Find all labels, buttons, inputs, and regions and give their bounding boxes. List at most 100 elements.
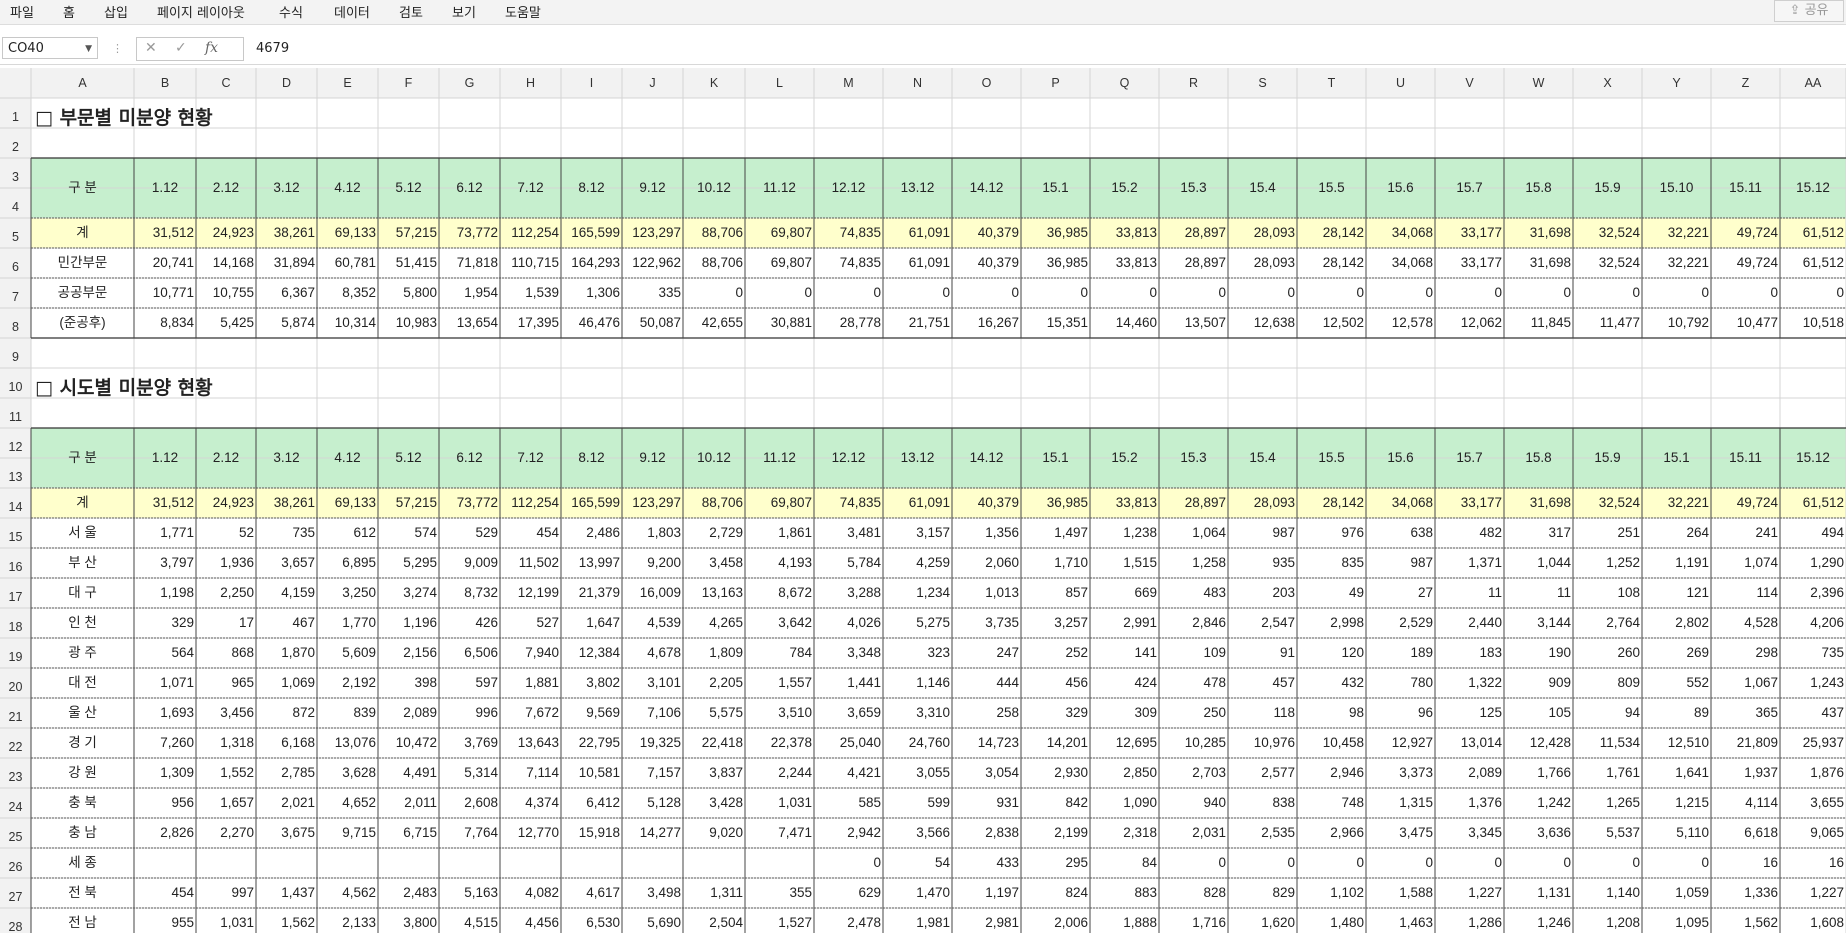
section2-value-cell[interactable]: 34,068 xyxy=(1366,496,1435,510)
section2-row-label[interactable]: 대 전 xyxy=(31,676,134,690)
row-header-14[interactable]: 14 xyxy=(0,500,31,514)
section2-value-cell[interactable]: 54 xyxy=(883,856,952,870)
section1-value-cell[interactable]: 46,476 xyxy=(561,316,622,330)
section2-row-label[interactable]: 서 울 xyxy=(31,526,134,540)
section2-value-cell[interactable]: 456 xyxy=(1021,676,1090,690)
section2-value-cell[interactable]: 1,227 xyxy=(1780,886,1846,900)
section2-value-cell[interactable]: 4,652 xyxy=(317,796,378,810)
section2-value-cell[interactable]: 527 xyxy=(500,616,561,630)
cancel-icon[interactable]: ✕ xyxy=(145,40,157,56)
section1-period-header[interactable]: 15.10 xyxy=(1642,181,1711,195)
section2-value-cell[interactable]: 1,208 xyxy=(1573,916,1642,930)
section2-value-cell[interactable]: 0 xyxy=(1573,856,1642,870)
row-header-21[interactable]: 21 xyxy=(0,710,31,724)
section2-value-cell[interactable]: 2,838 xyxy=(952,826,1021,840)
section2-value-cell[interactable]: 3,055 xyxy=(883,766,952,780)
section2-value-cell[interactable]: 22,378 xyxy=(745,736,814,750)
section2-value-cell[interactable]: 1,095 xyxy=(1642,916,1711,930)
section2-value-cell[interactable]: 467 xyxy=(256,616,317,630)
section2-value-cell[interactable]: 5,784 xyxy=(814,556,883,570)
section2-value-cell[interactable]: 1,647 xyxy=(561,616,622,630)
section2-value-cell[interactable]: 4,678 xyxy=(622,646,683,660)
section1-value-cell[interactable]: 28,142 xyxy=(1297,226,1366,240)
section2-value-cell[interactable]: 9,020 xyxy=(683,826,745,840)
section2-value-cell[interactable]: 22,795 xyxy=(561,736,622,750)
section2-value-cell[interactable]: 1,620 xyxy=(1228,916,1297,930)
section2-value-cell[interactable]: 1,437 xyxy=(256,886,317,900)
section2-value-cell[interactable]: 112,254 xyxy=(500,496,561,510)
section2-value-cell[interactable]: 1,191 xyxy=(1642,556,1711,570)
section2-value-cell[interactable]: 478 xyxy=(1159,676,1228,690)
section2-value-cell[interactable]: 1,527 xyxy=(745,916,814,930)
row-header-4[interactable]: 4 xyxy=(0,200,31,214)
section2-value-cell[interactable]: 69,133 xyxy=(317,496,378,510)
section1-value-cell[interactable]: 51,415 xyxy=(378,256,439,270)
section1-period-header[interactable]: 7.12 xyxy=(500,181,561,195)
section2-value-cell[interactable]: 4,114 xyxy=(1711,796,1780,810)
section2-value-cell[interactable]: 2,850 xyxy=(1090,766,1159,780)
section2-value-cell[interactable]: 1,766 xyxy=(1504,766,1573,780)
section2-value-cell[interactable]: 2,930 xyxy=(1021,766,1090,780)
section1-value-cell[interactable]: 112,254 xyxy=(500,226,561,240)
row-header-2[interactable]: 2 xyxy=(0,140,31,154)
section2-value-cell[interactable]: 842 xyxy=(1021,796,1090,810)
section2-value-cell[interactable]: 2,021 xyxy=(256,796,317,810)
column-header-E[interactable]: E xyxy=(317,76,378,90)
section2-value-cell[interactable]: 252 xyxy=(1021,646,1090,660)
row-header-5[interactable]: 5 xyxy=(0,230,31,244)
section2-period-header[interactable]: 15.5 xyxy=(1297,451,1366,465)
section2-value-cell[interactable]: 10,458 xyxy=(1297,736,1366,750)
section1-value-cell[interactable]: 0 xyxy=(1297,286,1366,300)
section1-period-header[interactable]: 9.12 xyxy=(622,181,683,195)
section2-value-cell[interactable]: 1,771 xyxy=(134,526,196,540)
section2-value-cell[interactable]: 1,140 xyxy=(1573,886,1642,900)
row-header-22[interactable]: 22 xyxy=(0,740,31,754)
menu-view[interactable]: 보기 xyxy=(452,2,476,21)
section1-value-cell[interactable]: 5,874 xyxy=(256,316,317,330)
section2-value-cell[interactable]: 454 xyxy=(134,886,196,900)
section2-value-cell[interactable]: 84 xyxy=(1090,856,1159,870)
more-options-icon[interactable]: ⋮ xyxy=(112,42,123,55)
section1-value-cell[interactable]: 0 xyxy=(683,286,745,300)
section1-value-cell[interactable]: 32,221 xyxy=(1642,226,1711,240)
section2-value-cell[interactable]: 1,031 xyxy=(196,916,256,930)
section2-value-cell[interactable]: 4,491 xyxy=(378,766,439,780)
section2-value-cell[interactable]: 183 xyxy=(1435,646,1504,660)
section1-value-cell[interactable]: 165,599 xyxy=(561,226,622,240)
section2-value-cell[interactable]: 1,318 xyxy=(196,736,256,750)
section2-value-cell[interactable]: 32,221 xyxy=(1642,496,1711,510)
section2-value-cell[interactable]: 108 xyxy=(1573,586,1642,600)
section1-value-cell[interactable]: 1,954 xyxy=(439,286,500,300)
section2-value-cell[interactable]: 1,227 xyxy=(1435,886,1504,900)
section2-value-cell[interactable]: 748 xyxy=(1297,796,1366,810)
section2-row-label[interactable]: 전 북 xyxy=(31,886,134,900)
section1-period-header[interactable]: 15.2 xyxy=(1090,181,1159,195)
section1-row-label[interactable]: 민간부문 xyxy=(31,256,134,270)
row-header-16[interactable]: 16 xyxy=(0,560,31,574)
section2-period-header[interactable]: 7.12 xyxy=(500,451,561,465)
section1-value-cell[interactable]: 40,379 xyxy=(952,226,1021,240)
section2-value-cell[interactable]: 2,006 xyxy=(1021,916,1090,930)
section2-value-cell[interactable]: 5,163 xyxy=(439,886,500,900)
section1-value-cell[interactable]: 74,835 xyxy=(814,226,883,240)
section2-value-cell[interactable]: 4,082 xyxy=(500,886,561,900)
section2-value-cell[interactable]: 1,315 xyxy=(1366,796,1435,810)
section2-value-cell[interactable]: 258 xyxy=(952,706,1021,720)
column-header-K[interactable]: K xyxy=(683,76,745,90)
column-header-Y[interactable]: Y xyxy=(1642,76,1711,90)
section2-value-cell[interactable]: 1,238 xyxy=(1090,526,1159,540)
section2-value-cell[interactable]: 828 xyxy=(1159,886,1228,900)
section1-value-cell[interactable]: 40,379 xyxy=(952,256,1021,270)
row-header-18[interactable]: 18 xyxy=(0,620,31,634)
section2-value-cell[interactable]: 3,257 xyxy=(1021,616,1090,630)
section2-period-header[interactable]: 13.12 xyxy=(883,451,952,465)
section2-value-cell[interactable]: 91 xyxy=(1228,646,1297,660)
section2-value-cell[interactable]: 2,199 xyxy=(1021,826,1090,840)
section2-value-cell[interactable]: 2,133 xyxy=(317,916,378,930)
section2-value-cell[interactable]: 857 xyxy=(1021,586,1090,600)
section2-value-cell[interactable]: 3,456 xyxy=(196,706,256,720)
section2-value-cell[interactable]: 457 xyxy=(1228,676,1297,690)
row-header-13[interactable]: 13 xyxy=(0,470,31,484)
section2-value-cell[interactable]: 10,472 xyxy=(378,736,439,750)
section1-period-header[interactable]: 12.12 xyxy=(814,181,883,195)
